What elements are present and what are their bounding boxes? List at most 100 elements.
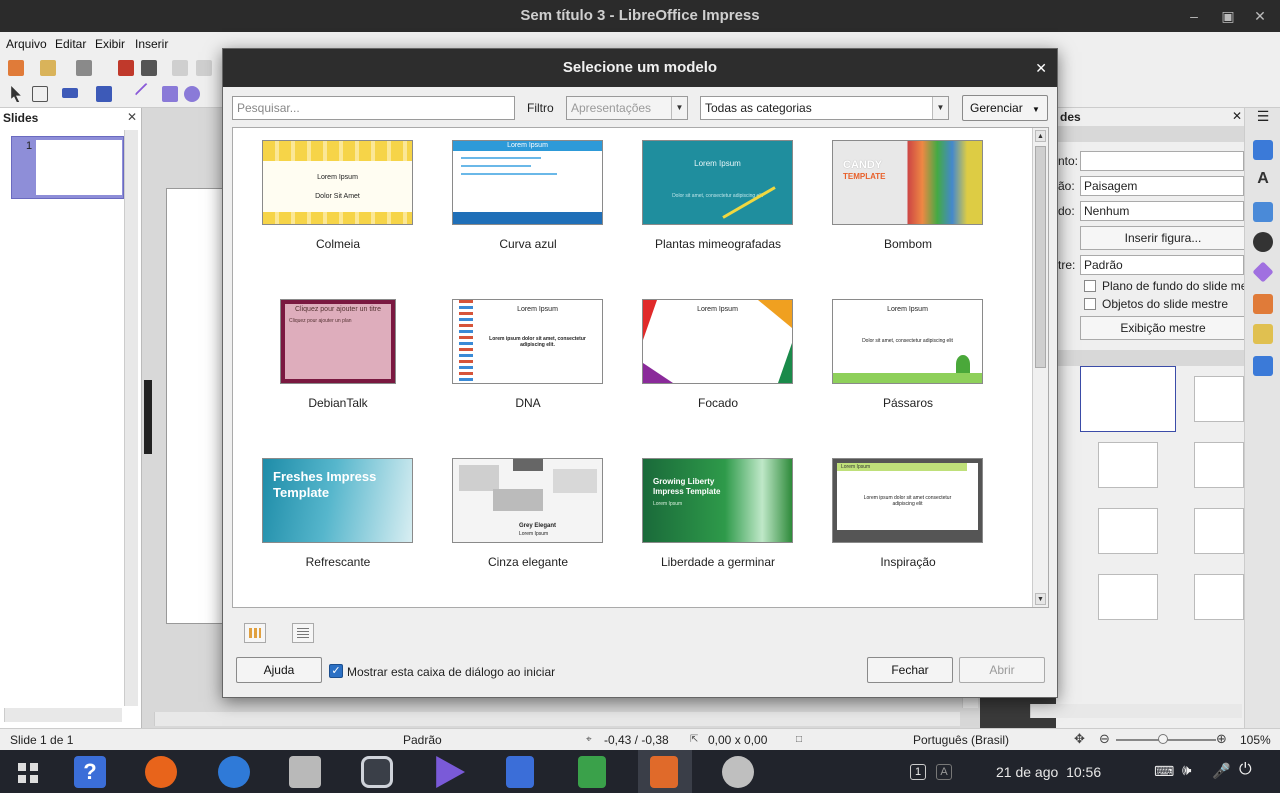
thunderbird-icon[interactable] [218, 756, 250, 788]
open-template-button[interactable]: Abrir [959, 657, 1045, 683]
fit-slide-icon[interactable]: ✥ [1074, 731, 1085, 747]
background-select[interactable]: Nenhum [1080, 201, 1244, 221]
slide-thumbnail[interactable]: 1 [11, 136, 124, 199]
zoom-in-icon[interactable]: ⊕ [1216, 731, 1227, 747]
orientation-select[interactable]: Paisagem [1080, 176, 1244, 196]
insert-image-button[interactable]: Inserir figura... [1080, 226, 1246, 250]
menu-arquivo[interactable]: Arquivo [6, 37, 47, 51]
gallery-icon[interactable] [1253, 202, 1273, 222]
master-objects-checkbox[interactable] [1084, 298, 1096, 310]
properties-icon[interactable] [1253, 140, 1273, 160]
slide-transition-icon[interactable] [1253, 294, 1273, 314]
manage-button[interactable]: Gerenciar ▼ [962, 95, 1048, 121]
volume-icon[interactable]: 🕪 [1182, 762, 1191, 779]
deck-menu-icon[interactable]: ☰ [1253, 108, 1273, 128]
canvas-hscrollbar[interactable] [154, 712, 960, 726]
template-item[interactable]: Cliquez pour ajouter un titre Cliquez po… [280, 299, 396, 410]
dialog-close-icon[interactable]: ✕ [1035, 49, 1047, 87]
language-status[interactable]: Português (Brasil) [913, 733, 1009, 747]
gallery-scrollbar[interactable]: ▲ ▼ [1032, 128, 1048, 607]
navigator-icon[interactable] [1253, 232, 1273, 252]
writer-icon[interactable] [506, 756, 534, 788]
close-slides-pane-icon[interactable]: ✕ [127, 110, 137, 124]
zoom-level[interactable]: 105% [1240, 733, 1271, 747]
category-select[interactable]: Todas as categorias ▼ [700, 96, 949, 120]
layout-content-two[interactable] [1194, 508, 1244, 554]
microphone-icon[interactable]: 🎤 [1212, 762, 1231, 780]
template-item[interactable]: Lorem Ipsum Dolor sit amet, consectetur … [832, 299, 984, 410]
camera-icon[interactable] [361, 756, 393, 788]
master-slides-icon[interactable] [1253, 356, 1273, 376]
file-manager-icon[interactable] [289, 756, 321, 788]
close-window-icon[interactable]: ✕ [1250, 6, 1270, 26]
keyboard-icon[interactable]: ⌨ [1154, 763, 1174, 780]
thumbnail-view-icon[interactable] [244, 623, 266, 643]
firefox-icon[interactable] [145, 756, 177, 788]
help-app-icon[interactable]: ? [74, 756, 106, 788]
media-player-icon[interactable] [436, 756, 465, 788]
template-item[interactable]: Lorem Ipsum Lorem ipsum dolor sit amet c… [832, 458, 984, 569]
rectangle-tool-icon[interactable] [162, 86, 178, 102]
save-icon[interactable] [76, 60, 92, 76]
close-dialog-button[interactable]: Fechar [867, 657, 953, 683]
layout-title-only[interactable] [1098, 442, 1158, 488]
power-icon[interactable]: ⏻ [1239, 761, 1252, 779]
template-item[interactable]: CANDY TEMPLATE Bombom [832, 140, 984, 251]
show-on-start-checkbox[interactable]: ✓ [329, 664, 343, 678]
scroll-up-icon[interactable]: ▲ [1035, 130, 1046, 142]
settings-gear-icon[interactable] [722, 756, 754, 788]
maximize-icon[interactable]: ▣ [1218, 6, 1238, 26]
template-search-input[interactable] [232, 96, 515, 120]
zoom-out-icon[interactable]: ⊖ [1099, 731, 1110, 747]
filter-select[interactable]: Apresentações ▼ [566, 96, 688, 120]
master-view-button[interactable]: Exibição mestre [1080, 316, 1246, 340]
new-document-icon[interactable] [8, 60, 24, 76]
print-icon[interactable] [141, 60, 157, 76]
minimize-icon[interactable]: – [1184, 6, 1204, 26]
styles-icon[interactable]: A [1253, 170, 1273, 190]
select-arrow-icon[interactable] [11, 86, 21, 102]
pane-collapse-handle[interactable] [144, 380, 152, 454]
gallery-scroll-thumb[interactable] [1035, 146, 1046, 368]
template-item[interactable]: Grey Elegant Lorem Ipsum Cinza elegante [452, 458, 604, 569]
zoom-slider-handle[interactable] [1158, 734, 1168, 744]
menu-editar[interactable]: Editar [55, 37, 86, 51]
close-sidebar-icon[interactable]: ✕ [1232, 109, 1242, 123]
animation-icon[interactable] [1253, 324, 1273, 344]
help-button[interactable]: Ajuda [236, 657, 322, 683]
cut-icon[interactable] [172, 60, 188, 76]
export-pdf-icon[interactable] [118, 60, 134, 76]
menu-inserir[interactable]: Inserir [135, 37, 168, 51]
template-item[interactable]: Lorem Ipsum Curva azul [452, 140, 604, 251]
fill-color-icon[interactable] [96, 86, 112, 102]
scroll-down-icon[interactable]: ▼ [1035, 593, 1046, 605]
sidebar-hscrollbar[interactable] [1030, 704, 1242, 718]
master-background-checkbox[interactable] [1084, 280, 1096, 292]
layout-six-content[interactable] [1194, 574, 1244, 620]
template-item[interactable]: Freshes Impress Template Refrescante [262, 458, 414, 569]
slides-pane-hscrollbar[interactable] [4, 708, 122, 722]
keyboard-layout-indicator[interactable]: A [936, 764, 952, 780]
layout-title-content[interactable] [1194, 376, 1244, 422]
workspace-indicator[interactable]: 1 [910, 764, 926, 780]
layout-four-content[interactable] [1098, 574, 1158, 620]
master-select[interactable]: Padrão [1080, 255, 1244, 275]
shapes-icon[interactable] [1252, 261, 1274, 283]
clock[interactable]: 21 de ago 10:56 [996, 764, 1101, 780]
ellipse-tool-icon[interactable] [184, 86, 200, 102]
zoom-pan-icon[interactable] [32, 86, 48, 102]
layout-centered-text[interactable] [1194, 442, 1244, 488]
template-item[interactable]: Lorem Ipsum Dolor Sit Amet Colmeia [262, 140, 414, 251]
copy-icon[interactable] [196, 60, 212, 76]
list-view-icon[interactable] [292, 623, 314, 643]
impress-icon[interactable] [650, 756, 678, 788]
template-item[interactable]: Lorem Ipsum Focado [642, 299, 794, 410]
template-item[interactable]: Lorem Ipsum Dolor sit amet, consectetur … [642, 140, 794, 251]
calc-icon[interactable] [578, 756, 606, 788]
menu-exibir[interactable]: Exibir [95, 37, 125, 51]
zoom-slider[interactable] [1116, 734, 1216, 744]
layout-title-slide[interactable] [1080, 366, 1176, 432]
layout-two-content[interactable] [1098, 508, 1158, 554]
template-item[interactable]: Lorem Ipsum Lorem ipsum dolor sit amet, … [452, 299, 604, 410]
format-select[interactable] [1080, 151, 1244, 171]
